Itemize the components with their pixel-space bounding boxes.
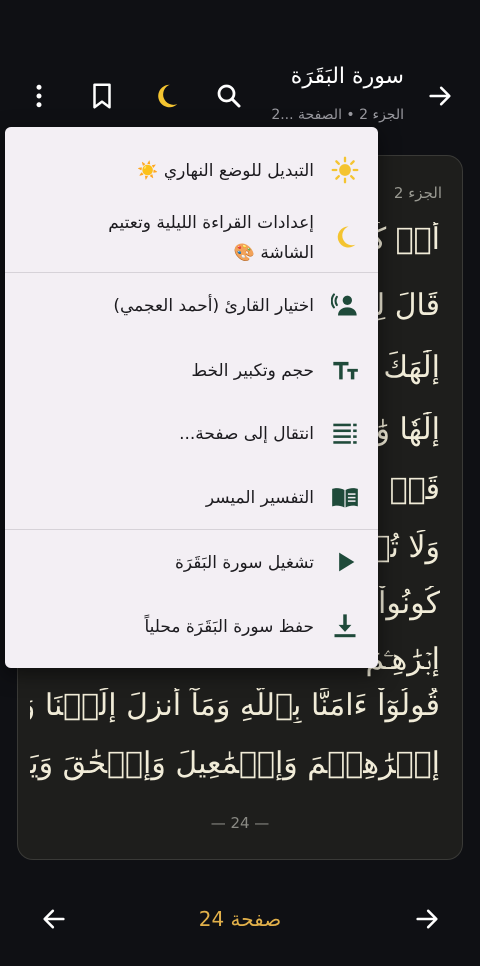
menu-item-label-line2: الشاشة 🎨 bbox=[233, 243, 314, 263]
text-size-icon bbox=[330, 355, 360, 385]
more-vert-icon[interactable] bbox=[24, 81, 54, 111]
menu-item-label: إعدادات القراءة الليلية وتعتيم bbox=[108, 213, 314, 233]
search-icon[interactable] bbox=[214, 81, 244, 111]
menu-item-label: حجم وتكبير الخط bbox=[191, 361, 314, 381]
menu-item-label: انتقال إلى صفحة... bbox=[179, 424, 314, 444]
menu-item-label: اختيار القارئ (أحمد العجمي) bbox=[113, 296, 314, 316]
download-icon bbox=[330, 611, 360, 641]
arrow-forward-icon[interactable] bbox=[426, 82, 454, 110]
sun-icon bbox=[330, 155, 360, 185]
verse-line: قُولُوٓاْ ءَامَنَّا بِٱللَّهِ وَمَآ أُنز… bbox=[30, 688, 440, 723]
menu-divider bbox=[5, 529, 378, 530]
menu-item-font-size[interactable]: حجم وتكبير الخط bbox=[5, 349, 378, 393]
voice-icon bbox=[330, 290, 360, 320]
surah-title: سورة البَقَرَة bbox=[290, 64, 404, 89]
menu-item-choose-reciter[interactable]: اختيار القارئ (أحمد العجمي) bbox=[5, 284, 378, 328]
play-icon bbox=[330, 547, 360, 577]
verse-line: إِبۡرَٰهِـۧمَ وَإِسۡمَٰعِيلَ وَإِسۡحَٰقَ… bbox=[30, 746, 440, 781]
menu-item-label: التبديل للوضع النهاري ☀️ bbox=[137, 161, 314, 181]
page-number-label[interactable]: صفحة 24 bbox=[0, 907, 480, 931]
menu-divider bbox=[5, 272, 378, 273]
moon-icon[interactable] bbox=[151, 81, 181, 111]
menu-item-label: التفسير الميسر bbox=[205, 488, 314, 508]
menu-item-night-settings[interactable]: إعدادات القراءة الليلية وتعتيم الشاشة 🎨 bbox=[5, 205, 378, 271]
juz-label: الجزء 2 bbox=[393, 184, 442, 202]
moon-icon bbox=[330, 222, 360, 252]
menu-item-play-surah[interactable]: تشغيل سورة البَقَرَة bbox=[5, 541, 378, 585]
juz-page-subtitle: الجزء 2 • الصفحة ...2 bbox=[271, 107, 404, 123]
menu-item-go-to-page[interactable]: انتقال إلى صفحة... bbox=[5, 412, 378, 456]
menu-item-label: تشغيل سورة البَقَرَة bbox=[175, 553, 314, 573]
book-icon bbox=[330, 482, 360, 512]
menu-item-tafsir[interactable]: التفسير الميسر bbox=[5, 476, 378, 520]
menu-item-download-surah[interactable]: حفظ سورة البَقَرَة محلياً bbox=[5, 605, 378, 649]
overflow-menu: التبديل للوضع النهاري ☀️ إعدادات القراءة… bbox=[5, 127, 378, 668]
bottom-page-nav: صفحة 24 bbox=[0, 880, 480, 960]
bookmark-icon[interactable] bbox=[87, 81, 117, 111]
menu-item-label: حفظ سورة البَقَرَة محلياً bbox=[144, 617, 314, 637]
menu-item-day-mode[interactable]: التبديل للوضع النهاري ☀️ bbox=[5, 149, 378, 193]
list-numbered-icon bbox=[330, 418, 360, 448]
arrow-forward-icon[interactable] bbox=[413, 905, 441, 933]
top-app-bar: سورة البَقَرَة الجزء 2 • الصفحة ...2 bbox=[0, 0, 480, 140]
page-number-footer: — 24 — bbox=[210, 814, 270, 832]
